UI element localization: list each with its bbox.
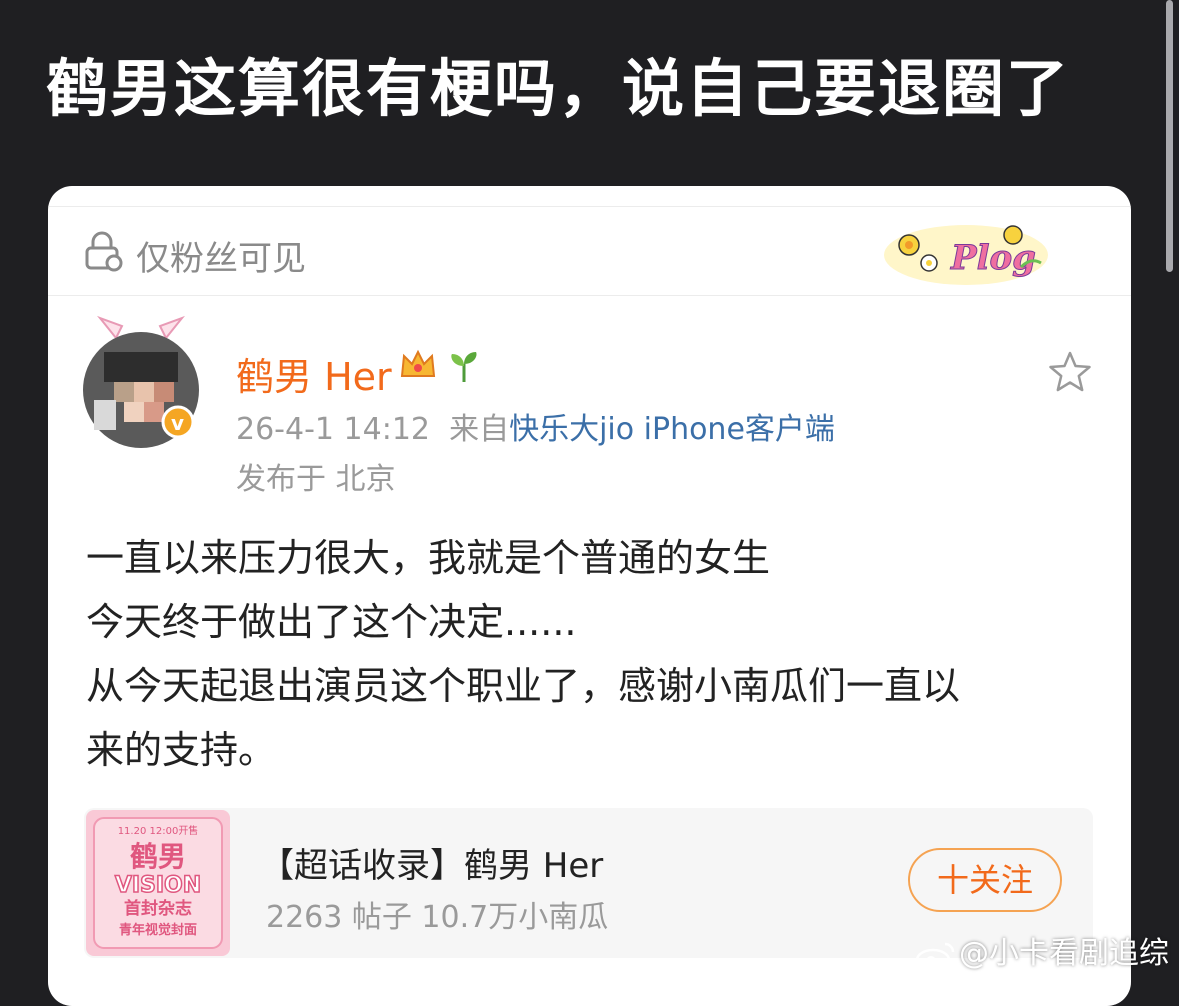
scrollbar[interactable] <box>1166 0 1173 272</box>
watermark: @小卡看剧追综 <box>913 928 1169 972</box>
post-source-link[interactable]: 快乐大jio iPhone客户端 <box>509 412 835 447</box>
svg-text:青年视觉封面: 青年视觉封面 <box>119 922 197 938</box>
post-line: 一直以来压力很大，我就是个普通的女生 <box>86 536 771 580</box>
post-meta: 26-4-1 14:12 来自快乐大jio iPhone客户端 <box>236 404 835 448</box>
svg-text:v: v <box>171 411 184 435</box>
watermark-text: @小卡看剧追综 <box>959 936 1169 971</box>
favorite-star-icon[interactable] <box>1046 349 1094 395</box>
svg-text:Plog: Plog <box>950 238 1036 278</box>
avatar[interactable]: v <box>76 310 206 450</box>
visibility-bar: 仅粉丝可见 Plog <box>48 206 1131 296</box>
supertopic-thumbnail: 11.20 12:00开售 鹤男 VISION 首封杂志 青年视觉封面 <box>86 810 230 956</box>
sprout-icon <box>451 352 477 382</box>
post-line: 从今天起退出演员这个职业了，感谢小南瓜们一直以 <box>86 664 961 708</box>
supertopic-stats: 2263 帖子 10.7万小南瓜 <box>266 900 609 935</box>
crown-icon <box>400 349 436 377</box>
source-prefix: 来自 <box>449 412 510 447</box>
post-card: 仅粉丝可见 Plog v 鹤男 Her 26-4-1 14:12 来自快乐大ji… <box>48 186 1131 1006</box>
post-line: 来的支持。 <box>86 728 277 772</box>
author-name[interactable]: 鹤男 Her <box>236 346 392 401</box>
lock-icon <box>85 231 123 272</box>
post-text: 一直以来压力很大，我就是个普通的女生 今天终于做出了这个决定...... 从今天… <box>86 526 1096 782</box>
headline: 鹤男这算很有梗吗，说自己要退圈了 <box>46 52 1071 125</box>
follow-button[interactable]: 十关注 <box>908 848 1062 912</box>
visibility-label: 仅粉丝可见 <box>136 239 306 279</box>
svg-text:11.20 12:00开售: 11.20 12:00开售 <box>118 824 199 837</box>
plog-decoration: Plog <box>884 225 1048 285</box>
post-location: 发布于 北京 <box>236 462 396 497</box>
weibo-logo-icon <box>915 942 955 971</box>
svg-text:首封杂志: 首封杂志 <box>124 898 192 919</box>
post-timestamp: 26-4-1 14:12 <box>236 412 430 447</box>
svg-text:VISION: VISION <box>115 873 201 898</box>
supertopic-title: 【超话收录】鹤男 Her <box>260 846 604 886</box>
post-line: 今天终于做出了这个决定...... <box>86 600 577 644</box>
svg-text:鹤男: 鹤男 <box>130 840 186 873</box>
